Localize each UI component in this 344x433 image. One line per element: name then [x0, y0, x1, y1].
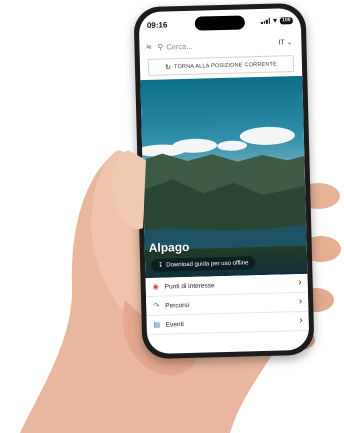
mountain-graphic: [142, 153, 307, 251]
eye-icon: ◉: [152, 283, 159, 291]
phone-frame: 09:16 ▾ 100 ≈ ⚲ Cerca... IT ⌄ ↻ TORNA AL…: [133, 2, 315, 360]
scene: 09:16 ▾ 100 ≈ ⚲ Cerca... IT ⌄ ↻ TORNA AL…: [0, 0, 344, 433]
dynamic-island: [194, 15, 246, 31]
status-icons: ▾ 100: [261, 16, 293, 25]
signal-icon: [261, 17, 271, 24]
menu-item-events[interactable]: ▤ Eventi ›: [146, 311, 309, 336]
chevron-right-icon: ›: [298, 295, 303, 308]
current-position-label: TORNA ALLA POSIZIONE CORRENTE: [174, 61, 278, 70]
current-position-button[interactable]: ↻ TORNA ALLA POSIZIONE CORRENTE: [147, 55, 295, 76]
wifi-status-icon: ▾: [273, 17, 277, 25]
location-title: Alpago: [148, 239, 190, 255]
download-icon: ↧: [158, 262, 164, 269]
menu-item-label: Eventi: [165, 320, 184, 329]
menu-item-label: Punti di interesse: [164, 281, 215, 291]
chevron-right-icon: ›: [299, 314, 303, 327]
calendar-icon: ▤: [153, 321, 161, 329]
language-label: IT: [278, 39, 285, 47]
refresh-icon: ↻: [164, 63, 172, 72]
menu-list: ◉ Punti di interesse › ↷ Percorsi › ▤ Ev…: [145, 273, 309, 336]
search-bar[interactable]: ≈ ⚲ Cerca... IT ⌄: [139, 34, 301, 56]
language-selector[interactable]: IT ⌄: [278, 38, 292, 46]
download-guide-button[interactable]: ↧ Download guida per uso offline: [151, 256, 256, 272]
connection-icon: ≈: [146, 41, 152, 52]
search-input[interactable]: Cerca...: [166, 41, 192, 51]
hero-image: Alpago ↧ Download guida per uso offline: [140, 75, 308, 279]
route-icon: ↷: [153, 302, 160, 310]
battery-icon: 100: [279, 16, 293, 24]
download-guide-label: Download guida per uso offline: [166, 259, 249, 269]
menu-item-label: Percorsi: [165, 301, 190, 310]
chevron-right-icon: ›: [298, 277, 302, 289]
chevron-down-icon: ⌄: [286, 39, 293, 47]
search-icon: ⚲: [157, 42, 164, 52]
status-time: 09:16: [146, 20, 168, 30]
phone-screen: 09:16 ▾ 100 ≈ ⚲ Cerca... IT ⌄ ↻ TORNA AL…: [138, 7, 310, 355]
